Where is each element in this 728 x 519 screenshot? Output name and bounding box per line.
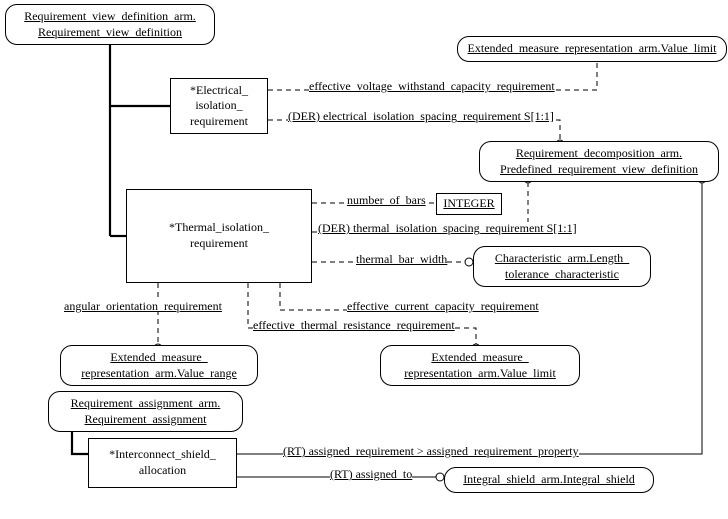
text: Integral_shield_arm.Integral_shield xyxy=(463,472,635,486)
text: Requirement_assignment xyxy=(85,412,207,426)
text: Requirement_view_definition xyxy=(38,25,182,39)
label-effective-thermal-resistance: effective_thermal_resistance_requirement xyxy=(253,319,455,331)
text: Extended_measure_representation_arm.Valu… xyxy=(468,41,717,55)
text: INTEGER xyxy=(443,196,494,210)
label-angular-orientation: angular_orientation_requirement xyxy=(64,300,222,312)
text: representation_arm.Value_limit xyxy=(404,366,556,380)
text: allocation xyxy=(139,463,186,477)
entity-integral-shield: Integral_shield_arm.Integral_shield xyxy=(444,467,654,493)
text: Extended_measure_ xyxy=(110,350,207,364)
entity-characteristic-length-tolerance: Characteristic_arm.Length_ tolerance_cha… xyxy=(473,246,651,287)
label-der-thermal-spacing: (DER) thermal_isolation_spacing_requirem… xyxy=(318,222,577,234)
entity-requirement-decomposition: Requirement_decomposition_arm. Predefine… xyxy=(479,141,719,182)
text: requirement xyxy=(190,236,248,250)
label-rt-assigned-to: (RT) assigned_to xyxy=(330,468,412,480)
label-number-of-bars: number_of_bars xyxy=(347,194,426,206)
text: Requirement_view_definition_arm. xyxy=(24,9,196,23)
text: tolerance_characteristic xyxy=(505,267,619,281)
label-thermal-bar-width: thermal_bar_width xyxy=(356,253,447,265)
text: Predefined_requirement_view_definition xyxy=(500,162,698,176)
text: requirement xyxy=(190,114,248,128)
entity-thermal-isolation-requirement: *Thermal_isolation_ requirement xyxy=(126,189,312,283)
label-der-electrical-spacing: (DER) electrical_isolation_spacing_requi… xyxy=(288,110,554,122)
entity-extended-value-range: Extended_measure_ representation_arm.Val… xyxy=(60,345,258,386)
entity-extended-value-limit-bottom: Extended_measure_ representation_arm.Val… xyxy=(380,345,580,386)
text: isolation_ xyxy=(195,98,242,112)
text: *Thermal_isolation_ xyxy=(169,220,269,234)
text: Extended_measure_ xyxy=(431,350,528,364)
entity-requirement-assignment: Requirement_assignment_arm. Requirement_… xyxy=(48,391,243,432)
entity-requirement-view-definition: Requirement_view_definition_arm. Require… xyxy=(5,4,215,45)
text: Requirement_assignment_arm. xyxy=(71,396,221,410)
label-rt-assigned-requirement: (RT) assigned_requirement > assigned_req… xyxy=(283,445,579,457)
text: representation_arm.Value_range xyxy=(81,366,237,380)
text: Requirement_decomposition_arm. xyxy=(516,146,682,160)
label-effective-voltage: effective_voltage_withstand_capacity_req… xyxy=(309,80,555,92)
entity-electrical-isolation-requirement: *Electrical_ isolation_ requirement xyxy=(170,78,268,134)
entity-integer: INTEGER xyxy=(436,193,502,215)
text: Characteristic_arm.Length_ xyxy=(495,251,629,265)
label-effective-current: effective_current_capacity_requirement xyxy=(347,300,539,312)
text: *Electrical_ xyxy=(190,83,248,97)
text: *Interconnect_shield_ xyxy=(109,447,216,461)
entity-interconnect-shield-allocation: *Interconnect_shield_ allocation xyxy=(88,438,237,488)
entity-extended-value-limit-top: Extended_measure_representation_arm.Valu… xyxy=(457,36,727,62)
